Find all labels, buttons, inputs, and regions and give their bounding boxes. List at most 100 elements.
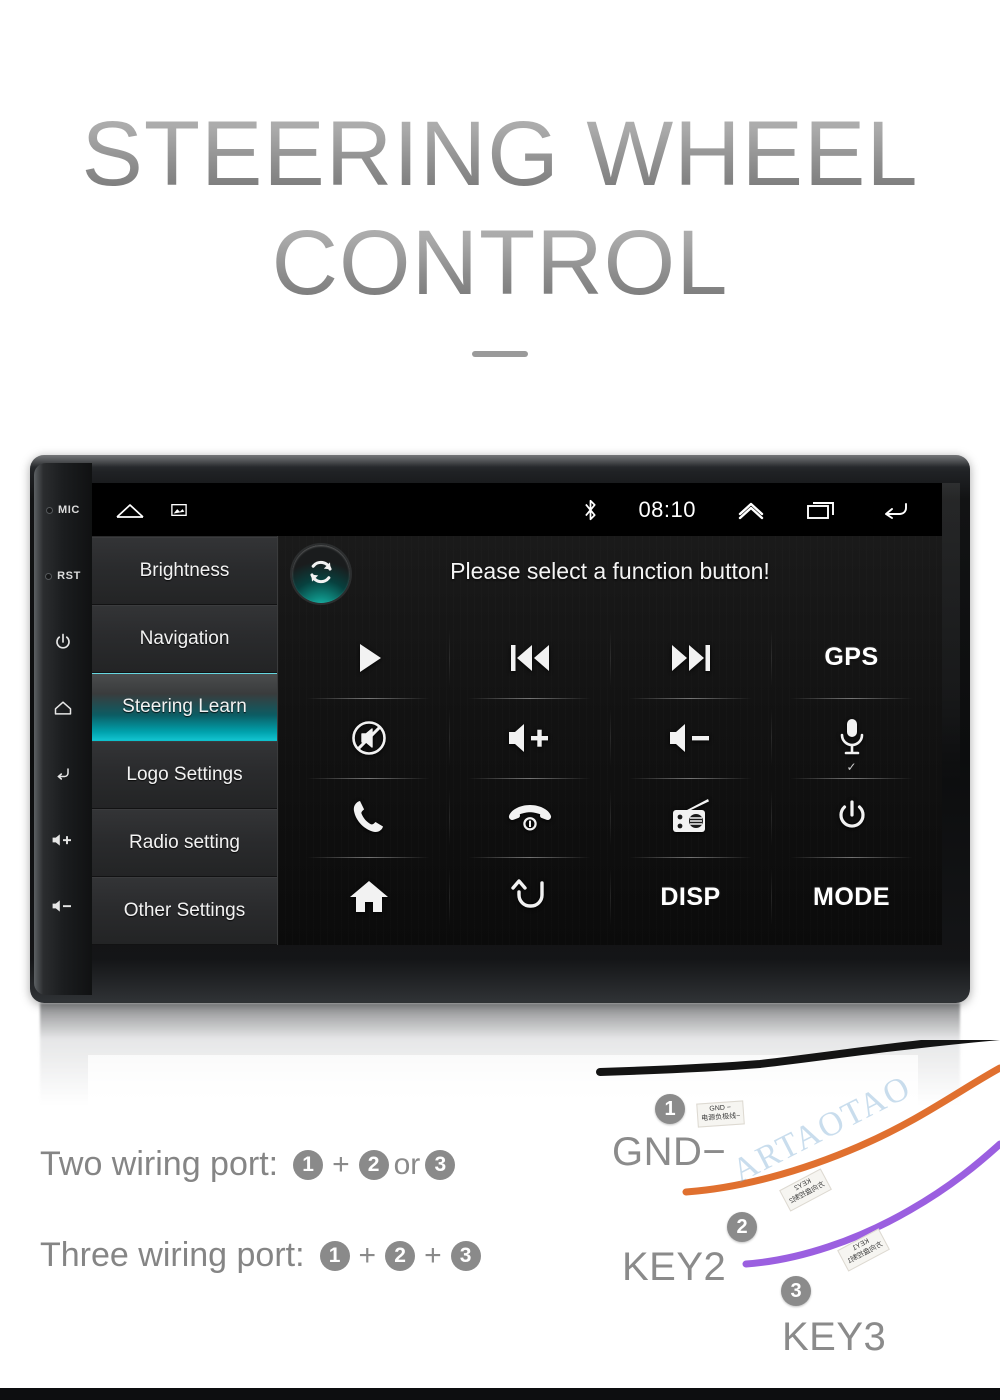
head-unit-device: MIC RST 08:10 Brightness Navigation Stee… [30, 455, 970, 1003]
phone-hangup-icon [507, 801, 553, 833]
sidebar-item-radio-setting[interactable]: Radio setting [92, 809, 277, 877]
microphone-icon [836, 716, 868, 760]
steering-learn-panel: Please select a function button! GPS ✓ D… [277, 536, 942, 945]
screen-content: Brightness Navigation Steering Learn Log… [92, 536, 942, 945]
sidebar-item-steering-learn[interactable]: Steering Learn [92, 673, 277, 741]
settings-sidebar: Brightness Navigation Steering Learn Log… [92, 536, 277, 945]
function-button-mode[interactable]: MODE [771, 857, 932, 937]
back-icon [53, 764, 73, 784]
sidebar-item-navigation[interactable]: Navigation [92, 605, 277, 673]
bezel-volume-up-button[interactable] [34, 807, 92, 873]
play-icon [349, 638, 389, 678]
function-button-power[interactable] [771, 777, 932, 858]
bezel-power-button[interactable] [34, 609, 92, 675]
reset-hole-icon [45, 572, 53, 580]
function-button-gps[interactable]: GPS [771, 618, 932, 698]
function-button-volume-down[interactable] [610, 697, 771, 778]
wiring-instructions: Two wiring port: 1 + 2 or 3 Three wiring… [40, 1145, 600, 1327]
function-button-call-answer[interactable] [288, 777, 449, 858]
power-icon [53, 632, 73, 652]
bezel-mic: MIC [34, 477, 92, 543]
bezel-back-button[interactable] [34, 741, 92, 807]
title-line-2: CONTROL [0, 209, 1000, 318]
disp-label: DISP [660, 882, 721, 911]
android-status-bar: 08:10 [92, 483, 942, 536]
badge-2: 2 [385, 1240, 416, 1271]
bezel-reset-label: RST [57, 570, 81, 582]
radio-icon [669, 797, 713, 837]
status-time: 08:10 [638, 496, 696, 522]
bezel-home-button[interactable] [34, 675, 92, 741]
function-button-call-end[interactable] [449, 777, 610, 858]
back-arrow-icon[interactable] [880, 499, 912, 521]
wire-label-gnd: GND− [612, 1130, 727, 1174]
wiring-line-two-port: Two wiring port: 1 + 2 or 3 [40, 1145, 600, 1184]
wire-label-key3: KEY3 [782, 1315, 887, 1359]
badge-3: 3 [450, 1240, 481, 1271]
function-button-volume-up[interactable] [449, 697, 610, 778]
operator-or: or [393, 1147, 421, 1181]
device-body: MIC RST 08:10 Brightness Navigation Stee… [30, 455, 970, 1003]
function-button-voice[interactable]: ✓ [771, 697, 932, 778]
function-button-grid: GPS ✓ DISP MODE [288, 618, 932, 937]
home-outline-icon[interactable] [114, 499, 146, 521]
bezel-reset[interactable]: RST [34, 543, 92, 609]
function-button-radio[interactable] [610, 777, 771, 858]
bottom-band [0, 1388, 1000, 1400]
sidebar-item-logo-settings[interactable]: Logo Settings [92, 741, 277, 809]
badge-1: 1 [319, 1240, 350, 1271]
bluetooth-icon [583, 498, 598, 522]
image-icon[interactable] [170, 502, 188, 518]
operator-plus: + [358, 1238, 377, 1272]
wire-gnd-black [596, 1040, 1000, 1076]
function-button-previous[interactable] [449, 618, 610, 698]
home-solid-icon [348, 878, 390, 916]
sidebar-item-brightness[interactable]: Brightness [92, 537, 277, 605]
bezel-volume-down-button[interactable] [34, 873, 92, 939]
three-port-label: Three wiring port: [40, 1236, 305, 1274]
wire-tag-gnd-bottom: 电源负极线− [701, 1112, 741, 1123]
wire-badge-1: 1 [655, 1094, 685, 1124]
panel-message: Please select a function button! [450, 558, 770, 584]
page-title: STEERING WHEEL CONTROL [0, 100, 1000, 358]
device-screen: 08:10 Brightness Navigation Steering Lea… [92, 483, 942, 945]
mode-label: MODE [813, 882, 890, 911]
mute-icon [348, 717, 390, 759]
two-port-label: Two wiring port: [40, 1145, 279, 1183]
function-button-next[interactable] [610, 618, 771, 698]
home-icon [53, 698, 73, 718]
volume-down-icon [666, 720, 716, 756]
mic-hole-icon [46, 506, 54, 514]
title-line-1: STEERING WHEEL [0, 100, 1000, 209]
next-track-icon [668, 640, 714, 676]
wire-tag-gnd: GND − 电源负极线− [696, 1100, 745, 1128]
back-curve-icon [509, 877, 551, 917]
phone-icon [349, 797, 389, 837]
function-button-home[interactable] [288, 857, 449, 937]
recents-icon[interactable] [806, 499, 840, 521]
function-button-back[interactable] [449, 857, 610, 937]
function-button-disp[interactable]: DISP [610, 857, 771, 937]
hardware-button-bezel: MIC RST [34, 463, 92, 995]
gps-label: GPS [824, 643, 879, 672]
wiring-line-three-port: Three wiring port: 1 + 2 + 3 [40, 1236, 600, 1275]
badge-2: 2 [358, 1149, 389, 1180]
bezel-mic-label: MIC [58, 504, 80, 516]
voice-check-icon: ✓ [846, 759, 857, 774]
device-top-highlight [30, 455, 970, 467]
wire-key2-orange [682, 1064, 1000, 1196]
function-button-mute[interactable] [288, 697, 449, 778]
badge-3: 3 [425, 1149, 456, 1180]
sidebar-item-other-settings[interactable]: Other Settings [92, 877, 277, 945]
operator-plus: + [424, 1238, 442, 1272]
chevron-up-icon[interactable] [736, 498, 766, 522]
volume-up-icon [505, 720, 555, 756]
badge-1: 1 [293, 1149, 324, 1180]
speaker-minus-icon [51, 898, 75, 914]
wire-badge-3: 3 [781, 1276, 811, 1306]
previous-track-icon [507, 640, 553, 676]
wire-badge-2: 2 [727, 1212, 757, 1242]
speaker-plus-icon [51, 832, 75, 848]
wire-label-key2: KEY2 [622, 1245, 727, 1289]
function-button-play[interactable] [288, 618, 449, 698]
